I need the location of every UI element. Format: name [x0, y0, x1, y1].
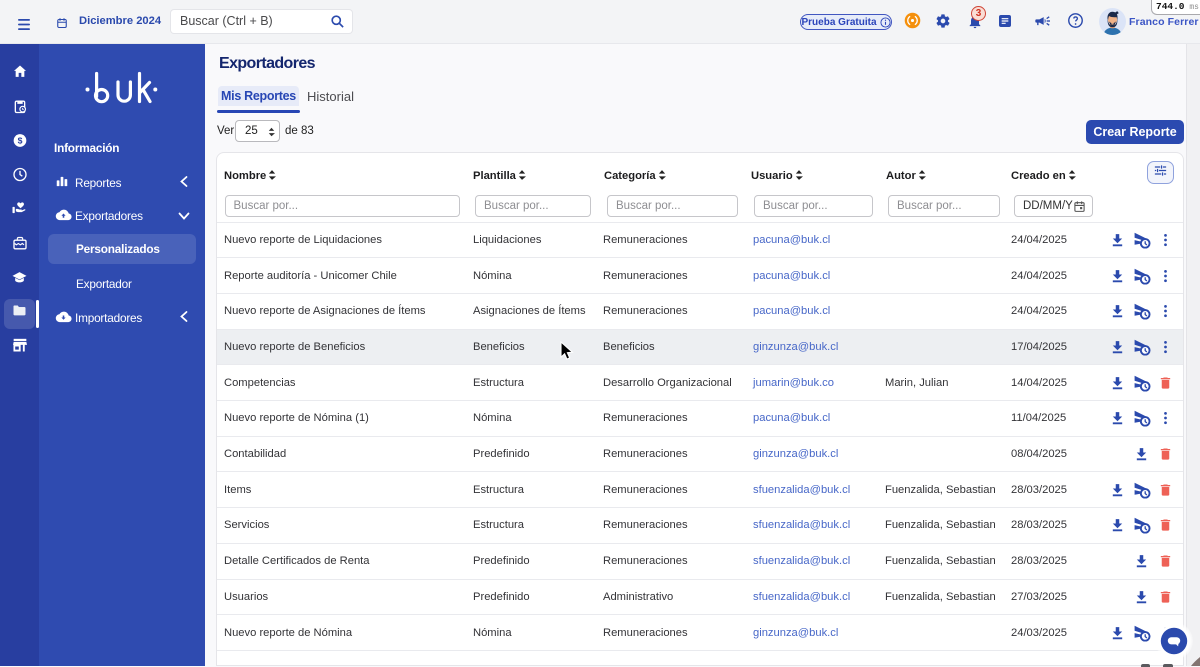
svg-text:$: $ [17, 136, 22, 146]
